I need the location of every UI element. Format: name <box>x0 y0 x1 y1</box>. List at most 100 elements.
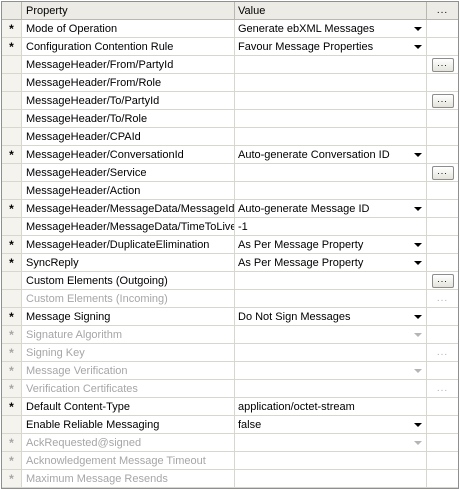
property-value-dropdown[interactable]: false <box>235 416 427 433</box>
header-required-column <box>2 2 22 19</box>
required-marker: * <box>2 344 22 361</box>
chevron-down-icon[interactable] <box>414 44 422 49</box>
property-value-field[interactable] <box>235 92 427 109</box>
property-row[interactable]: * Mode of Operation Generate ebXML Message… <box>2 20 458 38</box>
property-value-dropdown[interactable]: Auto-generate Message ID <box>235 200 427 217</box>
property-value-field[interactable]: -1 <box>235 218 427 235</box>
property-value-text: Auto-generate Conversation ID <box>238 148 390 161</box>
required-marker <box>2 110 22 127</box>
required-marker: * <box>2 452 22 469</box>
property-row[interactable]: MessageHeader/To/Role <box>2 110 458 128</box>
property-row[interactable]: Custom Elements (Outgoing)... <box>2 272 458 290</box>
ellipsis-cell: ... <box>427 164 458 181</box>
ellipsis-button[interactable]: ... <box>431 165 454 180</box>
property-name: Signature Algorithm <box>22 326 235 343</box>
property-value-text: As Per Message Property <box>238 256 364 269</box>
property-value-field <box>235 290 427 307</box>
property-row[interactable]: MessageHeader/MessageData/TimeToLive -1 <box>2 218 458 236</box>
property-name: Custom Elements (Outgoing) <box>22 272 235 289</box>
header-property[interactable]: Property <box>22 2 235 19</box>
property-value-field[interactable] <box>235 182 427 199</box>
ellipsis-button[interactable]: ... <box>431 57 454 72</box>
required-marker: * <box>2 380 22 397</box>
property-name: AckRequested@signed <box>22 434 235 451</box>
property-name: MessageHeader/From/PartyId <box>22 56 235 73</box>
property-value-field <box>235 380 427 397</box>
required-marker <box>2 416 22 433</box>
required-marker <box>2 218 22 235</box>
ellipsis-cell <box>427 110 458 127</box>
property-row[interactable]: * Message Signing Do Not Sign Messages <box>2 308 458 326</box>
chevron-down-icon[interactable] <box>414 314 422 319</box>
property-value-field[interactable] <box>235 110 427 127</box>
chevron-down-icon[interactable] <box>414 242 422 247</box>
property-value-field[interactable] <box>235 272 427 289</box>
property-value-dropdown[interactable]: As Per Message Property <box>235 254 427 271</box>
property-value-field[interactable] <box>235 164 427 181</box>
ellipsis-cell: ... <box>427 290 458 307</box>
property-value-dropdown <box>235 326 427 343</box>
ellipsis-cell <box>427 470 458 487</box>
property-row[interactable]: * SyncReply As Per Message Property <box>2 254 458 272</box>
ellipsis-cell <box>427 236 458 253</box>
chevron-down-icon[interactable] <box>414 206 422 211</box>
property-name: Configuration Contention Rule <box>22 38 235 55</box>
property-row[interactable]: * MessageHeader/DuplicateElimination As Pe… <box>2 236 458 254</box>
property-row: * Message Verification <box>2 362 458 380</box>
chevron-down-icon[interactable] <box>414 152 422 157</box>
property-row[interactable]: * MessageHeader/MessageData/MessageId Auto… <box>2 200 458 218</box>
property-value-text: Favour Message Properties <box>238 40 374 53</box>
property-value-dropdown[interactable]: Auto-generate Conversation ID <box>235 146 427 163</box>
property-row[interactable]: MessageHeader/To/PartyId... <box>2 92 458 110</box>
required-marker <box>2 182 22 199</box>
header-value[interactable]: Value <box>235 2 427 19</box>
ellipsis-button: ... <box>436 347 449 358</box>
property-name: Default Content-Type <box>22 398 235 415</box>
property-value-dropdown[interactable]: Favour Message Properties <box>235 38 427 55</box>
property-value-text: Auto-generate Message ID <box>238 202 370 215</box>
property-value-field[interactable] <box>235 74 427 91</box>
chevron-down-icon[interactable] <box>414 422 422 427</box>
property-row[interactable]: MessageHeader/Service... <box>2 164 458 182</box>
property-value-dropdown[interactable]: Do Not Sign Messages <box>235 308 427 325</box>
ellipsis-cell <box>427 452 458 469</box>
property-row[interactable]: Enable Reliable Messaging false <box>2 416 458 434</box>
property-value-field[interactable] <box>235 56 427 73</box>
ellipsis-cell <box>427 146 458 163</box>
ellipsis-button[interactable]: ... <box>431 93 454 108</box>
chevron-down-icon[interactable] <box>414 260 422 265</box>
property-value-field[interactable]: application/octet-stream <box>235 398 427 415</box>
chevron-down-icon[interactable] <box>414 26 422 31</box>
required-marker: * <box>2 236 22 253</box>
property-row[interactable]: * Configuration Contention Rule Favour Mes… <box>2 38 458 56</box>
header-ellipsis[interactable]: ... <box>427 2 458 19</box>
property-value-dropdown[interactable]: As Per Message Property <box>235 236 427 253</box>
required-marker: * <box>2 326 22 343</box>
ellipsis-cell: ... <box>427 380 458 397</box>
property-row[interactable]: MessageHeader/CPAId <box>2 128 458 146</box>
ellipsis-button[interactable]: ... <box>431 273 454 288</box>
ellipsis-cell <box>427 74 458 91</box>
property-value-field <box>235 452 427 469</box>
property-row[interactable]: * MessageHeader/ConversationId Auto-genera… <box>2 146 458 164</box>
property-value-field <box>235 470 427 487</box>
property-row[interactable]: MessageHeader/From/Role <box>2 74 458 92</box>
property-name: Maximum Message Resends <box>22 470 235 487</box>
property-value-field[interactable] <box>235 128 427 145</box>
ellipsis-cell <box>427 254 458 271</box>
property-name: Mode of Operation <box>22 20 235 37</box>
property-value-text: Generate ebXML Messages <box>238 22 375 35</box>
property-value-dropdown <box>235 434 427 451</box>
ellipsis-cell <box>427 38 458 55</box>
chevron-down-icon <box>414 368 422 373</box>
property-value-dropdown[interactable]: Generate ebXML Messages <box>235 20 427 37</box>
property-name: MessageHeader/MessageData/MessageId <box>22 200 235 217</box>
property-name: MessageHeader/To/Role <box>22 110 235 127</box>
property-name: Acknowledgement Message Timeout <box>22 452 235 469</box>
ellipsis-cell <box>427 200 458 217</box>
ellipsis-cell <box>427 308 458 325</box>
property-row[interactable]: * Default Content-Type application/octet-s… <box>2 398 458 416</box>
property-row[interactable]: MessageHeader/From/PartyId... <box>2 56 458 74</box>
required-marker: * <box>2 254 22 271</box>
property-row[interactable]: MessageHeader/Action <box>2 182 458 200</box>
